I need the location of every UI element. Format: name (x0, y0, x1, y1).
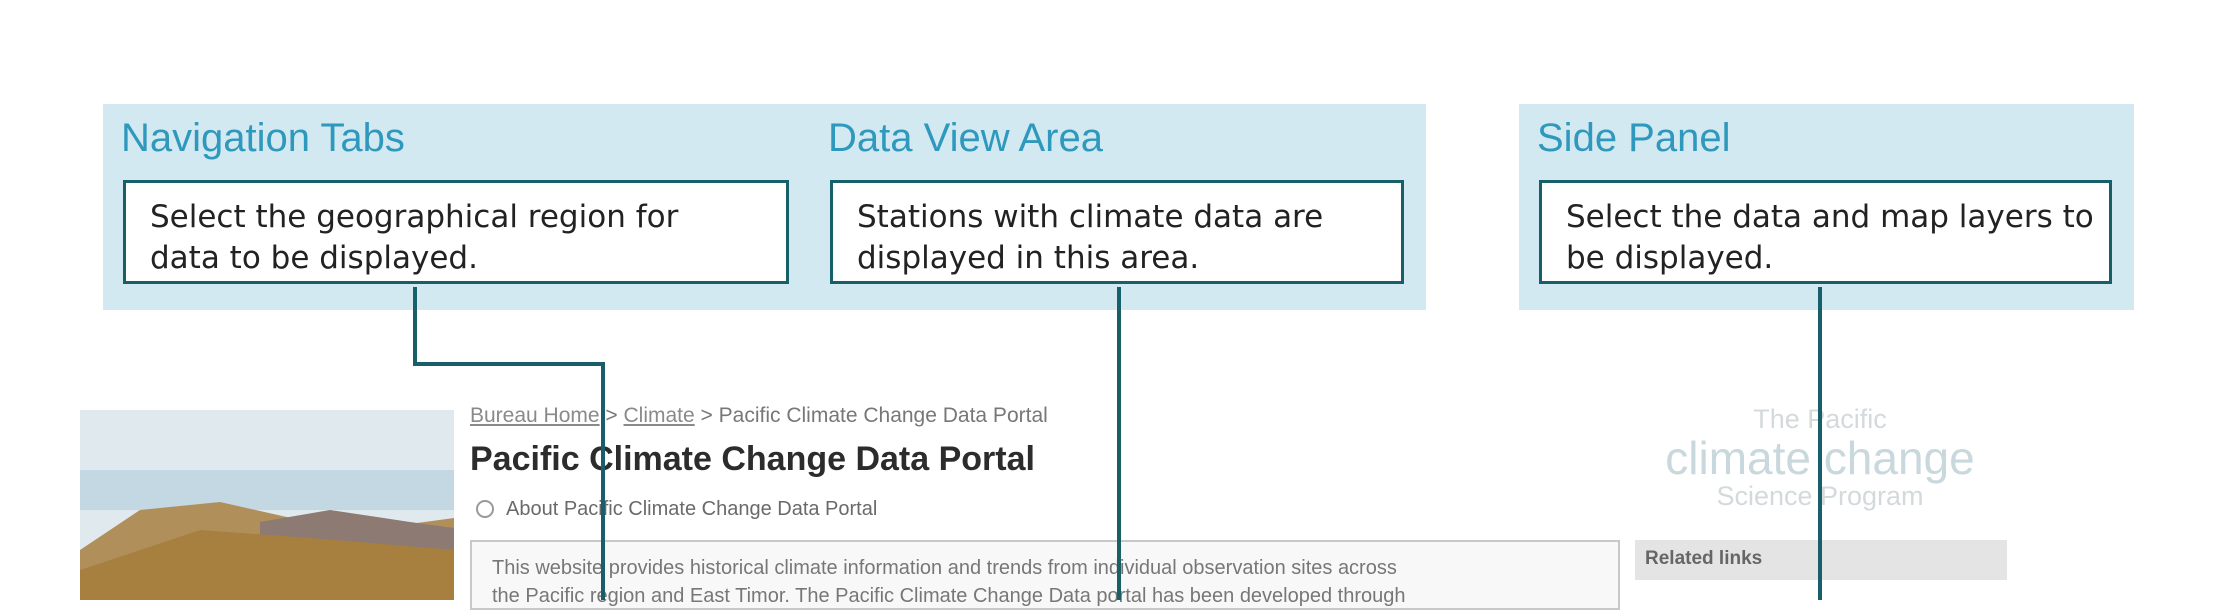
callout-data-view-area: Data View Area Stations with climate dat… (810, 104, 1426, 310)
intro-text-line: This website provides historical climate… (492, 557, 1397, 579)
connector-line (1117, 287, 1121, 600)
page-title: Pacific Climate Change Data Portal (470, 440, 1035, 478)
callout-title: Side Panel (1537, 116, 1731, 160)
callout-title: Data View Area (828, 116, 1103, 160)
callout-title: Navigation Tabs (121, 116, 405, 160)
about-link[interactable]: About Pacific Climate Change Data Portal (476, 498, 877, 521)
callout-description-line: Select the data and map layers to (1566, 199, 2094, 235)
breadcrumb: Bureau Home > Climate > Pacific Climate … (470, 404, 1048, 428)
callout-description-line: Select the geographical region for (150, 199, 679, 235)
callout-description: Select the data and map layers to be dis… (1539, 180, 2112, 284)
breadcrumb-current: Pacific Climate Change Data Portal (718, 404, 1048, 427)
connector-line (1818, 287, 1822, 600)
hero-landscape-image (80, 410, 454, 600)
breadcrumb-climate-link[interactable]: Climate (624, 404, 695, 427)
callout-description-line: data to be displayed. (150, 240, 478, 276)
callout-description-line: be displayed. (1566, 240, 1774, 276)
intro-text-line: the Pacific region and East Timor. The P… (492, 585, 1406, 607)
breadcrumb-separator: > (694, 404, 719, 427)
breadcrumb-home-link[interactable]: Bureau Home (470, 404, 600, 427)
connector-line (413, 362, 605, 366)
callout-description-line: displayed in this area. (857, 240, 1200, 276)
callout-side-panel: Side Panel Select the data and map layer… (1519, 104, 2134, 310)
about-link-label[interactable]: About Pacific Climate Change Data Portal (506, 498, 877, 520)
connector-line (413, 287, 417, 365)
connector-line (601, 362, 605, 600)
callout-navigation-tabs: Navigation Tabs Select the geographical … (103, 104, 811, 310)
callout-description: Select the geographical region for data … (123, 180, 789, 284)
landscape-illustration (80, 410, 454, 600)
callout-description: Stations with climate data are displayed… (830, 180, 1404, 284)
callout-description-line: Stations with climate data are (857, 199, 1324, 235)
